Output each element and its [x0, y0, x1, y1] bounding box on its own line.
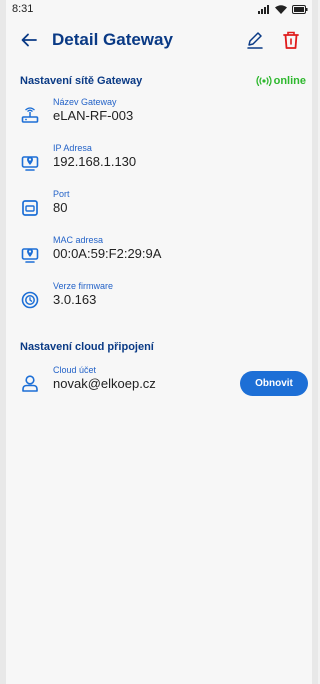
page-title: Detail Gateway: [52, 30, 173, 49]
field-label: Port: [53, 189, 70, 199]
location-monitor-icon: [20, 152, 40, 172]
back-arrow-icon[interactable]: [20, 31, 38, 49]
signal-icon: [258, 4, 269, 14]
field-label: IP Adresa: [53, 143, 92, 153]
broadcast-icon: [255, 76, 272, 86]
field-port: Port 80: [0, 188, 318, 234]
app-bar: Detail Gateway: [0, 18, 318, 62]
wifi-icon: [275, 4, 287, 14]
field-value: eLAN-RF-003: [53, 108, 134, 123]
online-status-text: online: [273, 75, 306, 87]
field-label: Verze firmware: [53, 281, 114, 291]
firmware-icon: [20, 290, 40, 310]
user-icon: [20, 373, 40, 393]
gateway-detail-screen: 8:31 Detail Gateway Nastavení sítě Gatew…: [0, 0, 318, 684]
cloud-section-title: Nastavení cloud připojení: [20, 341, 154, 353]
field-value: 192.168.1.130: [53, 154, 137, 169]
location-monitor-icon: [20, 244, 40, 264]
router-icon: [20, 106, 40, 126]
refresh-button[interactable]: Obnovit: [240, 371, 308, 396]
cloud-account-value: novak@elkoep.cz: [53, 376, 156, 391]
status-icons: [258, 4, 308, 14]
online-status: online: [255, 75, 306, 87]
field-value: 3.0.163: [53, 292, 97, 307]
network-section-title: Nastavení sítě Gateway: [20, 75, 143, 87]
field-gateway-name: Název Gateway eLAN-RF-003: [0, 96, 318, 142]
edit-icon[interactable]: [244, 29, 266, 51]
screen-edge-left: [0, 0, 6, 684]
status-bar: 8:31: [0, 0, 318, 18]
field-mac-address: MAC adresa 00:0A:59:F2:29:9A: [0, 234, 318, 280]
field-ip-address: IP Adresa 192.168.1.130: [0, 142, 318, 188]
field-value: 00:0A:59:F2:29:9A: [53, 246, 162, 261]
cloud-account-row: Cloud účet novak@elkoep.cz Obnovit: [0, 364, 318, 410]
field-label: Název Gateway: [53, 97, 117, 107]
field-firmware-version: Verze firmware 3.0.163: [0, 280, 318, 326]
cloud-account-label: Cloud účet: [53, 365, 97, 375]
field-label: MAC adresa: [53, 235, 104, 245]
field-value: 80: [53, 200, 68, 215]
battery-icon: [292, 4, 308, 14]
network-section-header: Nastavení sítě Gateway online: [0, 70, 318, 92]
screen-edge-right: [312, 0, 318, 684]
delete-icon[interactable]: [280, 29, 302, 51]
status-time: 8:31: [12, 3, 34, 15]
monitor-icon: [20, 198, 40, 218]
cloud-section-header: Nastavení cloud připojení: [0, 336, 318, 358]
